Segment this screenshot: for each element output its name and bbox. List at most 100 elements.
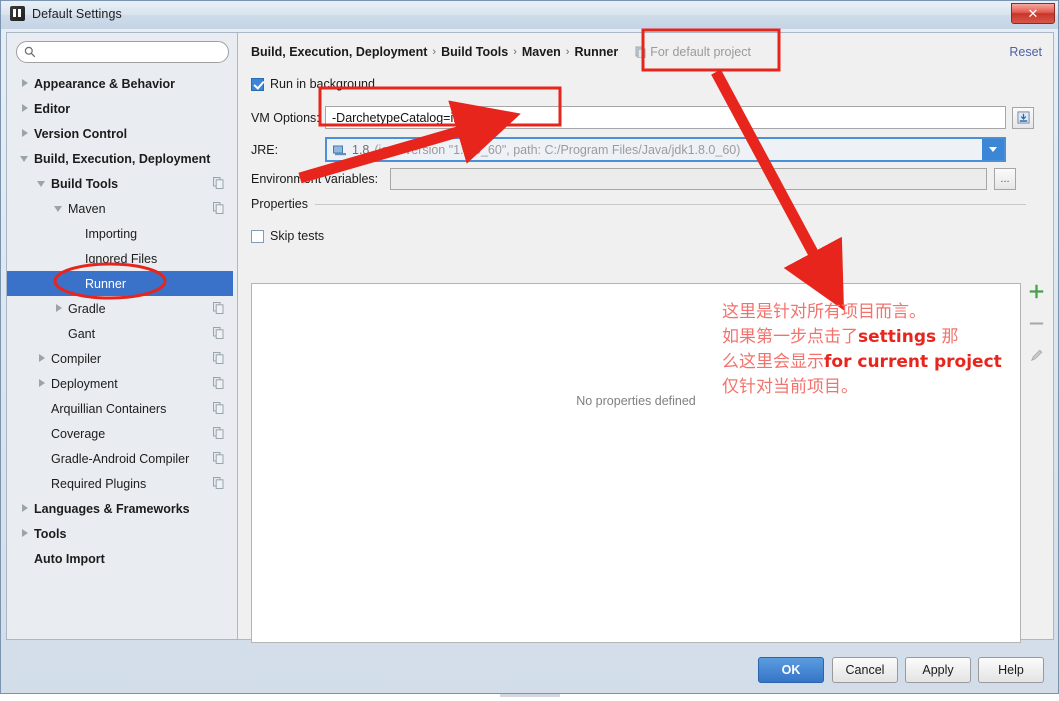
chevron-right-icon[interactable] <box>53 302 66 315</box>
edit-property-button[interactable] <box>1026 345 1046 365</box>
apply-button[interactable]: Apply <box>905 657 971 683</box>
minus-icon <box>1029 321 1043 325</box>
sidebar-item-label: Build Tools <box>51 176 119 191</box>
chevron-right-icon[interactable] <box>19 127 32 140</box>
sidebar-item-label: Required Plugins <box>51 476 147 491</box>
sidebar-item-ignored-files[interactable]: Ignored Files <box>7 246 237 271</box>
help-button[interactable]: Help <box>978 657 1044 683</box>
sidebar-item-version-control[interactable]: Version Control <box>7 121 237 146</box>
jre-combobox[interactable]: 1.8 (java version "1.8.0_60", path: C:/P… <box>325 137 1006 162</box>
chevron-down-icon[interactable] <box>19 152 32 165</box>
breadcrumb-part-1[interactable]: Build Tools <box>441 45 508 59</box>
chevron-right-icon[interactable] <box>36 352 49 365</box>
copy-settings-icon[interactable] <box>213 402 224 414</box>
sidebar-item-label: Gant <box>68 326 96 341</box>
sidebar-item-deployment[interactable]: Deployment <box>7 371 237 396</box>
vm-options-expand-button[interactable] <box>1012 106 1034 129</box>
pencil-icon <box>1030 349 1042 361</box>
settings-dialog-screenshot: Default Settings ✕ Appearance & Behavior… <box>0 0 1059 701</box>
chevron-right-icon[interactable] <box>19 502 32 515</box>
dialog-body: Appearance & Behavior Editor Version Contr… <box>6 32 1054 643</box>
sidebar-item-languages-frameworks[interactable]: Languages & Frameworks <box>7 496 237 521</box>
environment-variables-label: Environment variables: <box>251 172 379 186</box>
copy-settings-icon[interactable] <box>213 427 224 439</box>
search-input[interactable] <box>41 44 225 63</box>
copy-settings-icon[interactable] <box>213 477 224 489</box>
sidebar-item-required-plugins[interactable]: Required Plugins <box>7 471 237 496</box>
copy-settings-icon[interactable] <box>213 202 224 214</box>
sidebar-item-label: Arquillian Containers <box>51 401 167 416</box>
chevron-right-icon[interactable] <box>19 527 32 540</box>
environment-variables-browse-button[interactable]: ... <box>994 168 1016 190</box>
copy-settings-icon[interactable] <box>213 327 224 339</box>
sidebar-item-build-tools[interactable]: Build Tools <box>7 171 237 196</box>
sidebar-item-editor[interactable]: Editor <box>7 96 237 121</box>
chevron-right-icon[interactable] <box>19 102 32 115</box>
copy-settings-icon[interactable] <box>213 177 224 189</box>
vm-options-input[interactable] <box>325 106 1006 129</box>
chevron-down-icon[interactable] <box>982 139 1004 160</box>
breadcrumb: Build, Execution, Deployment › Build Too… <box>251 45 751 59</box>
breadcrumb-part-2[interactable]: Maven <box>522 45 561 59</box>
settings-search-box[interactable] <box>16 41 229 63</box>
skip-tests-row[interactable]: Skip tests <box>251 229 324 243</box>
close-window-button[interactable]: ✕ <box>1011 3 1055 24</box>
copy-settings-icon[interactable] <box>213 352 224 364</box>
chevron-right-icon[interactable] <box>36 377 49 390</box>
copy-settings-icon[interactable] <box>213 377 224 389</box>
sidebar-item-runner[interactable]: Runner <box>7 271 237 296</box>
title-bar-left: Default Settings <box>10 6 122 21</box>
add-property-button[interactable] <box>1026 281 1046 301</box>
sidebar-item-arquillian-containers[interactable]: Arquillian Containers <box>7 396 237 421</box>
properties-toolbar <box>1023 281 1049 391</box>
run-in-background-checkbox[interactable] <box>251 77 264 91</box>
breadcrumb-separator: › <box>432 46 437 58</box>
breadcrumb-separator: › <box>565 46 570 58</box>
sidebar-item-gradle-android-compiler[interactable]: Gradle-Android Compiler <box>7 446 237 471</box>
breadcrumb-part-0[interactable]: Build, Execution, Deployment <box>251 45 427 59</box>
copy-settings-icon[interactable] <box>213 452 224 464</box>
sidebar-item-coverage[interactable]: Coverage <box>7 421 237 446</box>
sidebar-item-compiler[interactable]: Compiler <box>7 346 237 371</box>
run-in-background-row[interactable]: Run in background <box>251 77 375 91</box>
chevron-right-icon[interactable] <box>19 77 32 90</box>
environment-variables-input[interactable] <box>390 168 987 190</box>
sidebar-item-build-execution-deployment[interactable]: Build, Execution, Deployment <box>7 146 237 171</box>
sidebar-item-label: Gradle <box>68 301 106 316</box>
sidebar-item-tools[interactable]: Tools <box>7 521 237 546</box>
sidebar-item-gradle[interactable]: Gradle <box>7 296 237 321</box>
sidebar-item-label: Auto Import <box>34 551 105 566</box>
properties-table[interactable]: No properties defined <box>251 283 1021 643</box>
remove-property-button[interactable] <box>1026 313 1046 333</box>
sidebar-item-label: Tools <box>34 526 67 541</box>
sidebar-item-gant[interactable]: Gant <box>7 321 237 346</box>
sidebar-item-auto-import[interactable]: Auto Import <box>7 546 237 571</box>
skip-tests-checkbox[interactable] <box>251 229 264 243</box>
sidebar-item-label: Appearance & Behavior <box>34 76 176 91</box>
jre-row: JRE: 1.8 (java version "1.8.0_60", path:… <box>251 137 1041 162</box>
sidebar-item-label: Build, Execution, Deployment <box>34 151 211 166</box>
properties-group-title: Properties <box>251 197 308 211</box>
chevron-down-icon[interactable] <box>53 202 66 215</box>
properties-empty-message: No properties defined <box>576 394 696 408</box>
ok-button[interactable]: OK <box>758 657 824 683</box>
sidebar-item-maven[interactable]: Maven <box>7 196 237 221</box>
breadcrumb-part-3[interactable]: Runner <box>574 45 618 59</box>
sidebar-item-label: Compiler <box>51 351 102 366</box>
jre-combobox-value: 1.8 (java version "1.8.0_60", path: C:/P… <box>327 143 740 157</box>
group-divider <box>314 203 1026 205</box>
sidebar-item-appearance-behavior[interactable]: Appearance & Behavior <box>7 71 237 96</box>
sidebar-item-importing[interactable]: Importing <box>7 221 237 246</box>
settings-tree[interactable]: Appearance & Behavior Editor Version Contr… <box>7 71 237 571</box>
cancel-button[interactable]: Cancel <box>832 657 898 683</box>
reset-link[interactable]: Reset <box>1009 45 1042 59</box>
sidebar-item-label: Importing <box>85 226 138 241</box>
chevron-down-icon[interactable] <box>36 177 49 190</box>
jre-detail: (java version "1.8.0_60", path: C:/Progr… <box>374 142 741 157</box>
sidebar-item-label: Editor <box>34 101 71 116</box>
copy-settings-icon[interactable] <box>213 302 224 314</box>
